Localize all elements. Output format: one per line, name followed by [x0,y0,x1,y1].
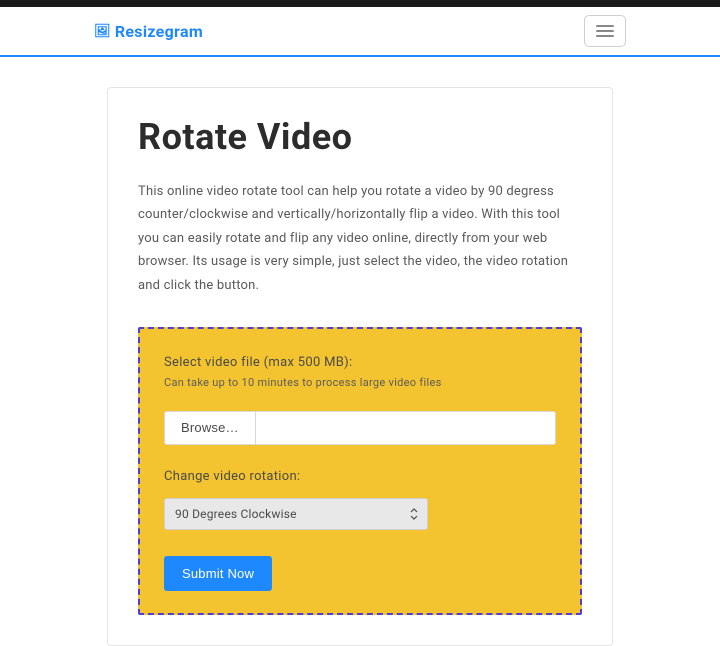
top-strip [0,0,720,7]
select-file-hint: Can take up to 10 minutes to process lar… [164,376,556,389]
file-input-group: Browse… [164,411,556,445]
brand-name: Resizegram [115,22,203,41]
main-card: Rotate Video This online video rotate to… [107,87,613,646]
page-title: Rotate Video [138,116,582,158]
page-description: This online video rotate tool can help y… [138,180,582,297]
navbar: 🖼 Resizegram [0,7,720,57]
hamburger-icon [596,25,614,37]
file-name-display[interactable] [256,412,555,444]
select-file-label: Select video file (max 500 MB): [164,355,556,370]
brand-link[interactable]: 🖼 Resizegram [94,22,203,41]
form-panel: Select video file (max 500 MB): Can take… [138,327,582,615]
image-icon: 🖼 [94,24,111,39]
rotation-label: Change video rotation: [164,469,556,484]
nav-toggle-button[interactable] [584,15,626,47]
content-wrap: Rotate Video This online video rotate to… [0,57,720,646]
submit-button[interactable]: Submit Now [164,556,272,591]
rotation-select-wrap: 90 Degrees Clockwise [164,498,428,530]
navbar-inner: 🖼 Resizegram [0,15,720,47]
rotation-select[interactable]: 90 Degrees Clockwise [164,498,428,530]
browse-button[interactable]: Browse… [165,412,256,444]
